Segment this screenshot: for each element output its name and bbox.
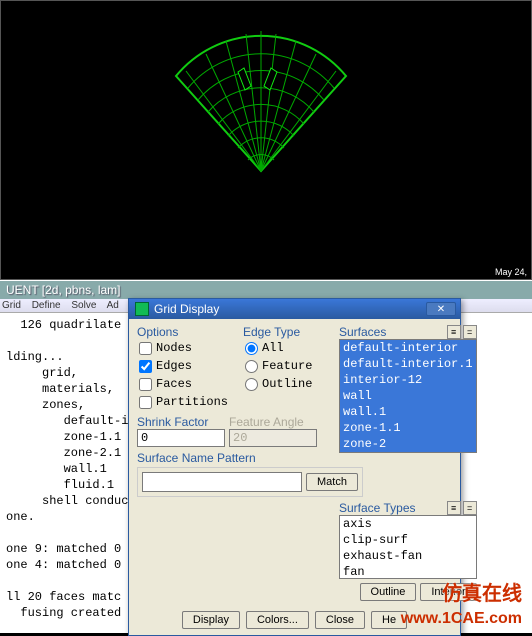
edge-all-label: All <box>262 341 284 355</box>
surface-name-pattern-input[interactable] <box>142 472 302 492</box>
types-deselect-all-icon[interactable]: = <box>463 501 477 515</box>
list-item[interactable]: zone-1.1 <box>340 420 476 436</box>
partitions-checkbox[interactable] <box>139 396 152 409</box>
dialog-title-text: Grid Display <box>154 302 219 316</box>
nodes-label: Nodes <box>156 341 192 355</box>
edges-label: Edges <box>156 359 192 373</box>
feature-angle-label: Feature Angle <box>229 415 304 429</box>
watermark-cn: 仿真在线 <box>442 577 522 606</box>
list-item[interactable]: exhaust-fan <box>340 548 476 564</box>
list-item[interactable]: wall <box>340 388 476 404</box>
edge-feature-radio[interactable] <box>245 360 258 373</box>
shrink-feature-row: Shrink Factor Feature Angle <box>137 415 333 447</box>
menu-solve[interactable]: Solve <box>71 300 96 311</box>
surfaces-deselect-all-icon[interactable]: = <box>463 325 477 339</box>
viewport-date-label: May 24, <box>495 267 527 277</box>
options-group: Options Nodes Edges Faces Partitions <box>137 325 237 411</box>
types-select-all-icon[interactable]: ≡ <box>447 501 461 515</box>
partitions-label: Partitions <box>156 395 228 409</box>
menu-adapt[interactable]: Ad <box>107 300 119 311</box>
dialog-titlebar[interactable]: Grid Display ✕ <box>129 299 460 319</box>
faces-label: Faces <box>156 377 192 391</box>
watermark-url: www.1CAE.com <box>401 610 522 628</box>
options-label: Options <box>137 325 237 339</box>
list-item[interactable]: clip-surf <box>340 532 476 548</box>
outline-button[interactable]: Outline <box>360 583 417 601</box>
list-item[interactable]: axis <box>340 516 476 532</box>
surface-name-pattern-group: Surface Name Pattern Match <box>137 451 333 497</box>
menu-grid[interactable]: Grid <box>2 300 21 311</box>
surface-types-label: Surface Types <box>339 501 445 515</box>
colors-button[interactable]: Colors... <box>246 611 309 629</box>
feature-angle-input <box>229 429 317 447</box>
edges-checkbox[interactable] <box>139 360 152 373</box>
list-item[interactable]: zone-2 <box>340 436 476 452</box>
edge-all-radio[interactable] <box>245 342 258 355</box>
edge-type-group: Edge Type All Feature Outline <box>243 325 333 411</box>
shrink-factor-label: Shrink Factor <box>137 415 229 429</box>
close-button[interactable]: Close <box>315 611 365 629</box>
edge-outline-label: Outline <box>262 377 312 391</box>
snp-label: Surface Name Pattern <box>137 451 333 465</box>
graphics-viewport[interactable]: May 24, <box>0 0 532 280</box>
edge-outline-radio[interactable] <box>245 378 258 391</box>
surfaces-label: Surfaces <box>339 325 445 339</box>
close-icon[interactable]: ✕ <box>426 302 456 316</box>
display-button[interactable]: Display <box>182 611 240 629</box>
main-window-titlebar: UENT [2d, pbns, lam] <box>0 280 532 299</box>
match-button[interactable]: Match <box>306 473 358 491</box>
mesh-fan-shape <box>156 16 366 186</box>
menu-define[interactable]: Define <box>32 300 61 311</box>
surface-types-listbox[interactable]: axis clip-surf exhaust-fan fan <box>339 515 477 579</box>
shrink-factor-input[interactable] <box>137 429 225 447</box>
list-item[interactable]: wall.1 <box>340 404 476 420</box>
faces-checkbox[interactable] <box>139 378 152 391</box>
list-item[interactable]: interior-12 <box>340 372 476 388</box>
edge-feature-label: Feature <box>262 359 312 373</box>
grid-display-dialog: Grid Display ✕ Options Nodes Edges Faces… <box>128 298 461 636</box>
dialog-icon <box>135 302 149 316</box>
list-item[interactable]: default-interior <box>340 340 476 356</box>
surfaces-listbox[interactable]: default-interior default-interior.1 inte… <box>339 339 477 453</box>
edge-type-label: Edge Type <box>243 325 333 339</box>
list-item[interactable]: default-interior.1 <box>340 356 476 372</box>
surfaces-select-all-icon[interactable]: ≡ <box>447 325 461 339</box>
nodes-checkbox[interactable] <box>139 342 152 355</box>
